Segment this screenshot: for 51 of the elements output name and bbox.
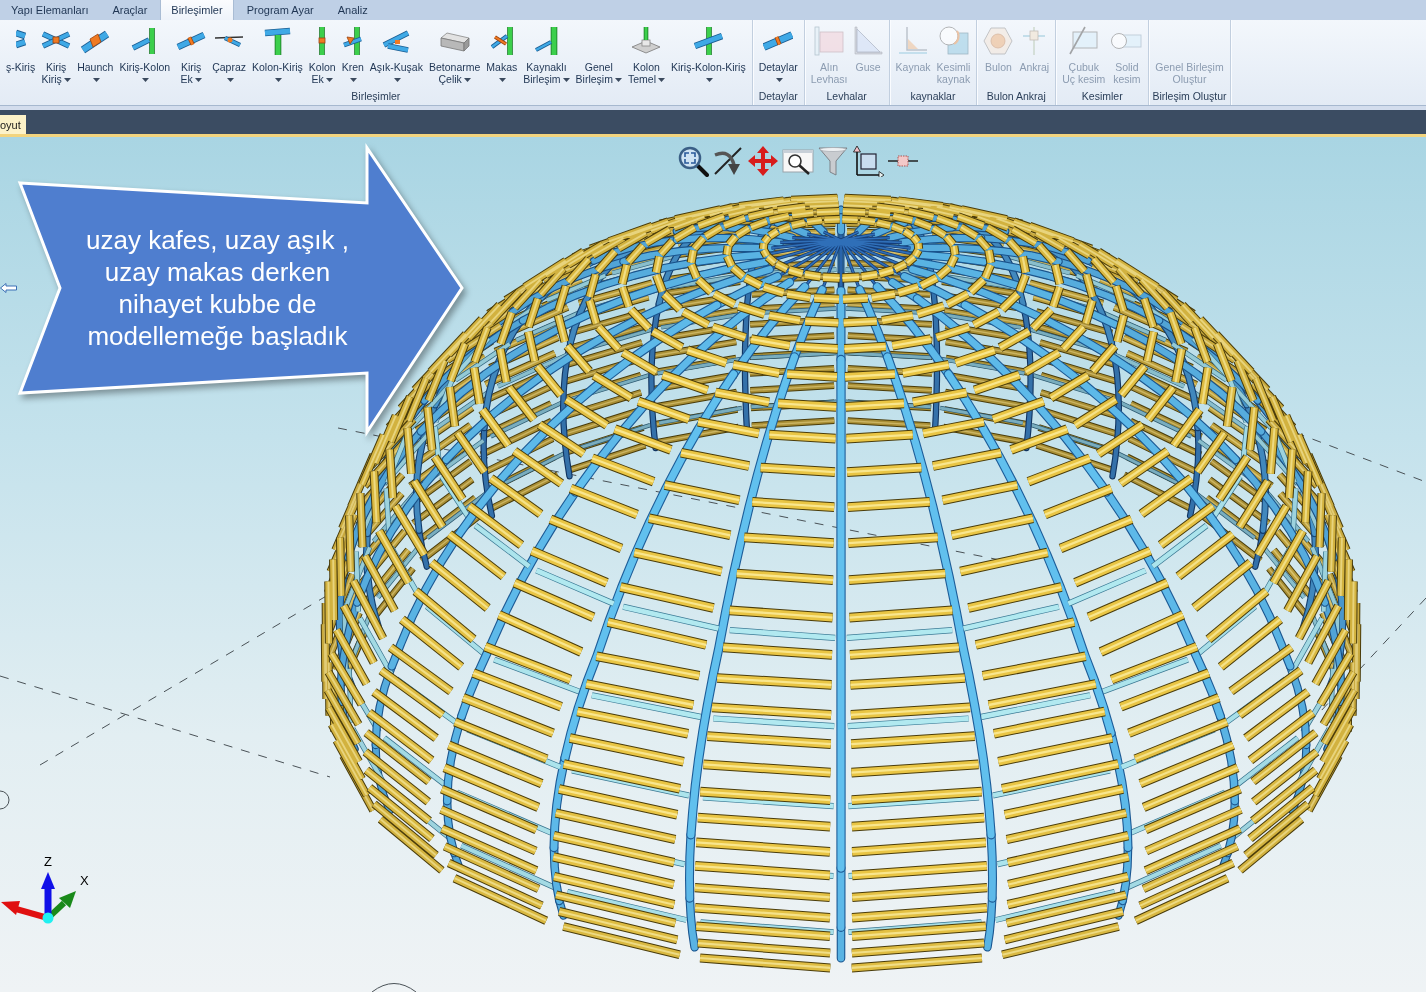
ribbon-button[interactable]: Haunch: [74, 20, 117, 85]
bar-cut-icon: [1069, 25, 1099, 57]
axis-label: X: [80, 874, 89, 888]
ribbon-button[interactable]: ş-Kiriş: [3, 20, 39, 73]
column-bracket-icon: [341, 25, 364, 57]
ribbon-group-label: Kesimler: [1080, 89, 1124, 104]
axis-triad-icon: [0, 870, 78, 926]
zoom-fit-icon[interactable]: [677, 145, 709, 177]
ribbon-group-label: Detaylar: [757, 89, 799, 104]
circle-cut-icon: [938, 25, 969, 57]
ribbon-button[interactable]: Detaylar: [755, 20, 801, 85]
ribbon-button[interactable]: Kiriş-Kolon-Kiriş: [667, 20, 749, 85]
ribbon-button[interactable]: Kren: [338, 20, 367, 85]
weld-icon: [898, 25, 929, 57]
ribbon-group-label: Birleşimler: [350, 89, 402, 104]
column-beam-icon: [262, 25, 292, 57]
end-plate-icon: [814, 25, 845, 57]
axis-label: Z: [44, 855, 52, 869]
ribbon-button[interactable]: Genel Birleşim: [572, 20, 625, 85]
ribbon-group-label: Birleşim Oluştur: [1152, 89, 1227, 104]
ribbon-button[interactable]: Kaynaklı Birleşim: [520, 20, 573, 85]
column-splice-icon: [317, 25, 328, 57]
ribbon-button[interactable]: Kolon Temel: [624, 20, 668, 85]
ribbon-tab[interactable]: Analiz: [326, 0, 379, 20]
ribbon-tab[interactable]: Birleşimler: [160, 0, 234, 20]
ribbon-button[interactable]: Kolon-Kiriş: [249, 20, 306, 85]
ribbon-button[interactable]: Kolon Ek: [305, 20, 339, 85]
left-arrow-icon: [0, 283, 17, 293]
rotate-icon[interactable]: [712, 145, 744, 177]
triangle-plate-icon: [853, 25, 883, 57]
ribbon-button[interactable]: Çapraz: [209, 20, 249, 85]
ribbon-button[interactable]: Kiriş Kiriş: [38, 20, 75, 85]
callout-text: uzay kafes, uzay aşık , uzay makas derken nihayet kubbe de modellemeğe başladık: [85, 224, 350, 352]
truss-column-icon: [489, 25, 514, 57]
document-tab[interactable]: oyut: [0, 115, 26, 134]
anchor-rod-icon: [1022, 25, 1047, 57]
beam-column-icon: [693, 25, 724, 57]
ribbon-group-label: Levhalar: [825, 89, 868, 104]
ribbon-button[interactable]: Kiriş-Kolon: [116, 20, 174, 85]
ribbon-button[interactable]: Betonarme Çelik: [425, 20, 484, 85]
ribbon-tab[interactable]: Yapı Elemanları: [0, 0, 100, 20]
ribbon-tab[interactable]: Program Ayar: [235, 0, 325, 20]
beam-column-icon: [533, 25, 559, 57]
ribbon-group-label: kaynaklar: [909, 89, 957, 104]
ribbon-button[interactable]: Makas: [483, 20, 521, 85]
ribbon-group-label: Bulon Ankraj: [985, 89, 1047, 104]
ribbon-button[interactable]: Aşık-Kuşak: [366, 20, 426, 85]
axes-box-icon[interactable]: [852, 145, 884, 177]
ribbon-tab[interactable]: Araçlar: [101, 0, 159, 20]
ribbon-button[interactable]: Kiriş Ek: [173, 20, 210, 85]
hex-nut-icon: [983, 25, 1014, 57]
